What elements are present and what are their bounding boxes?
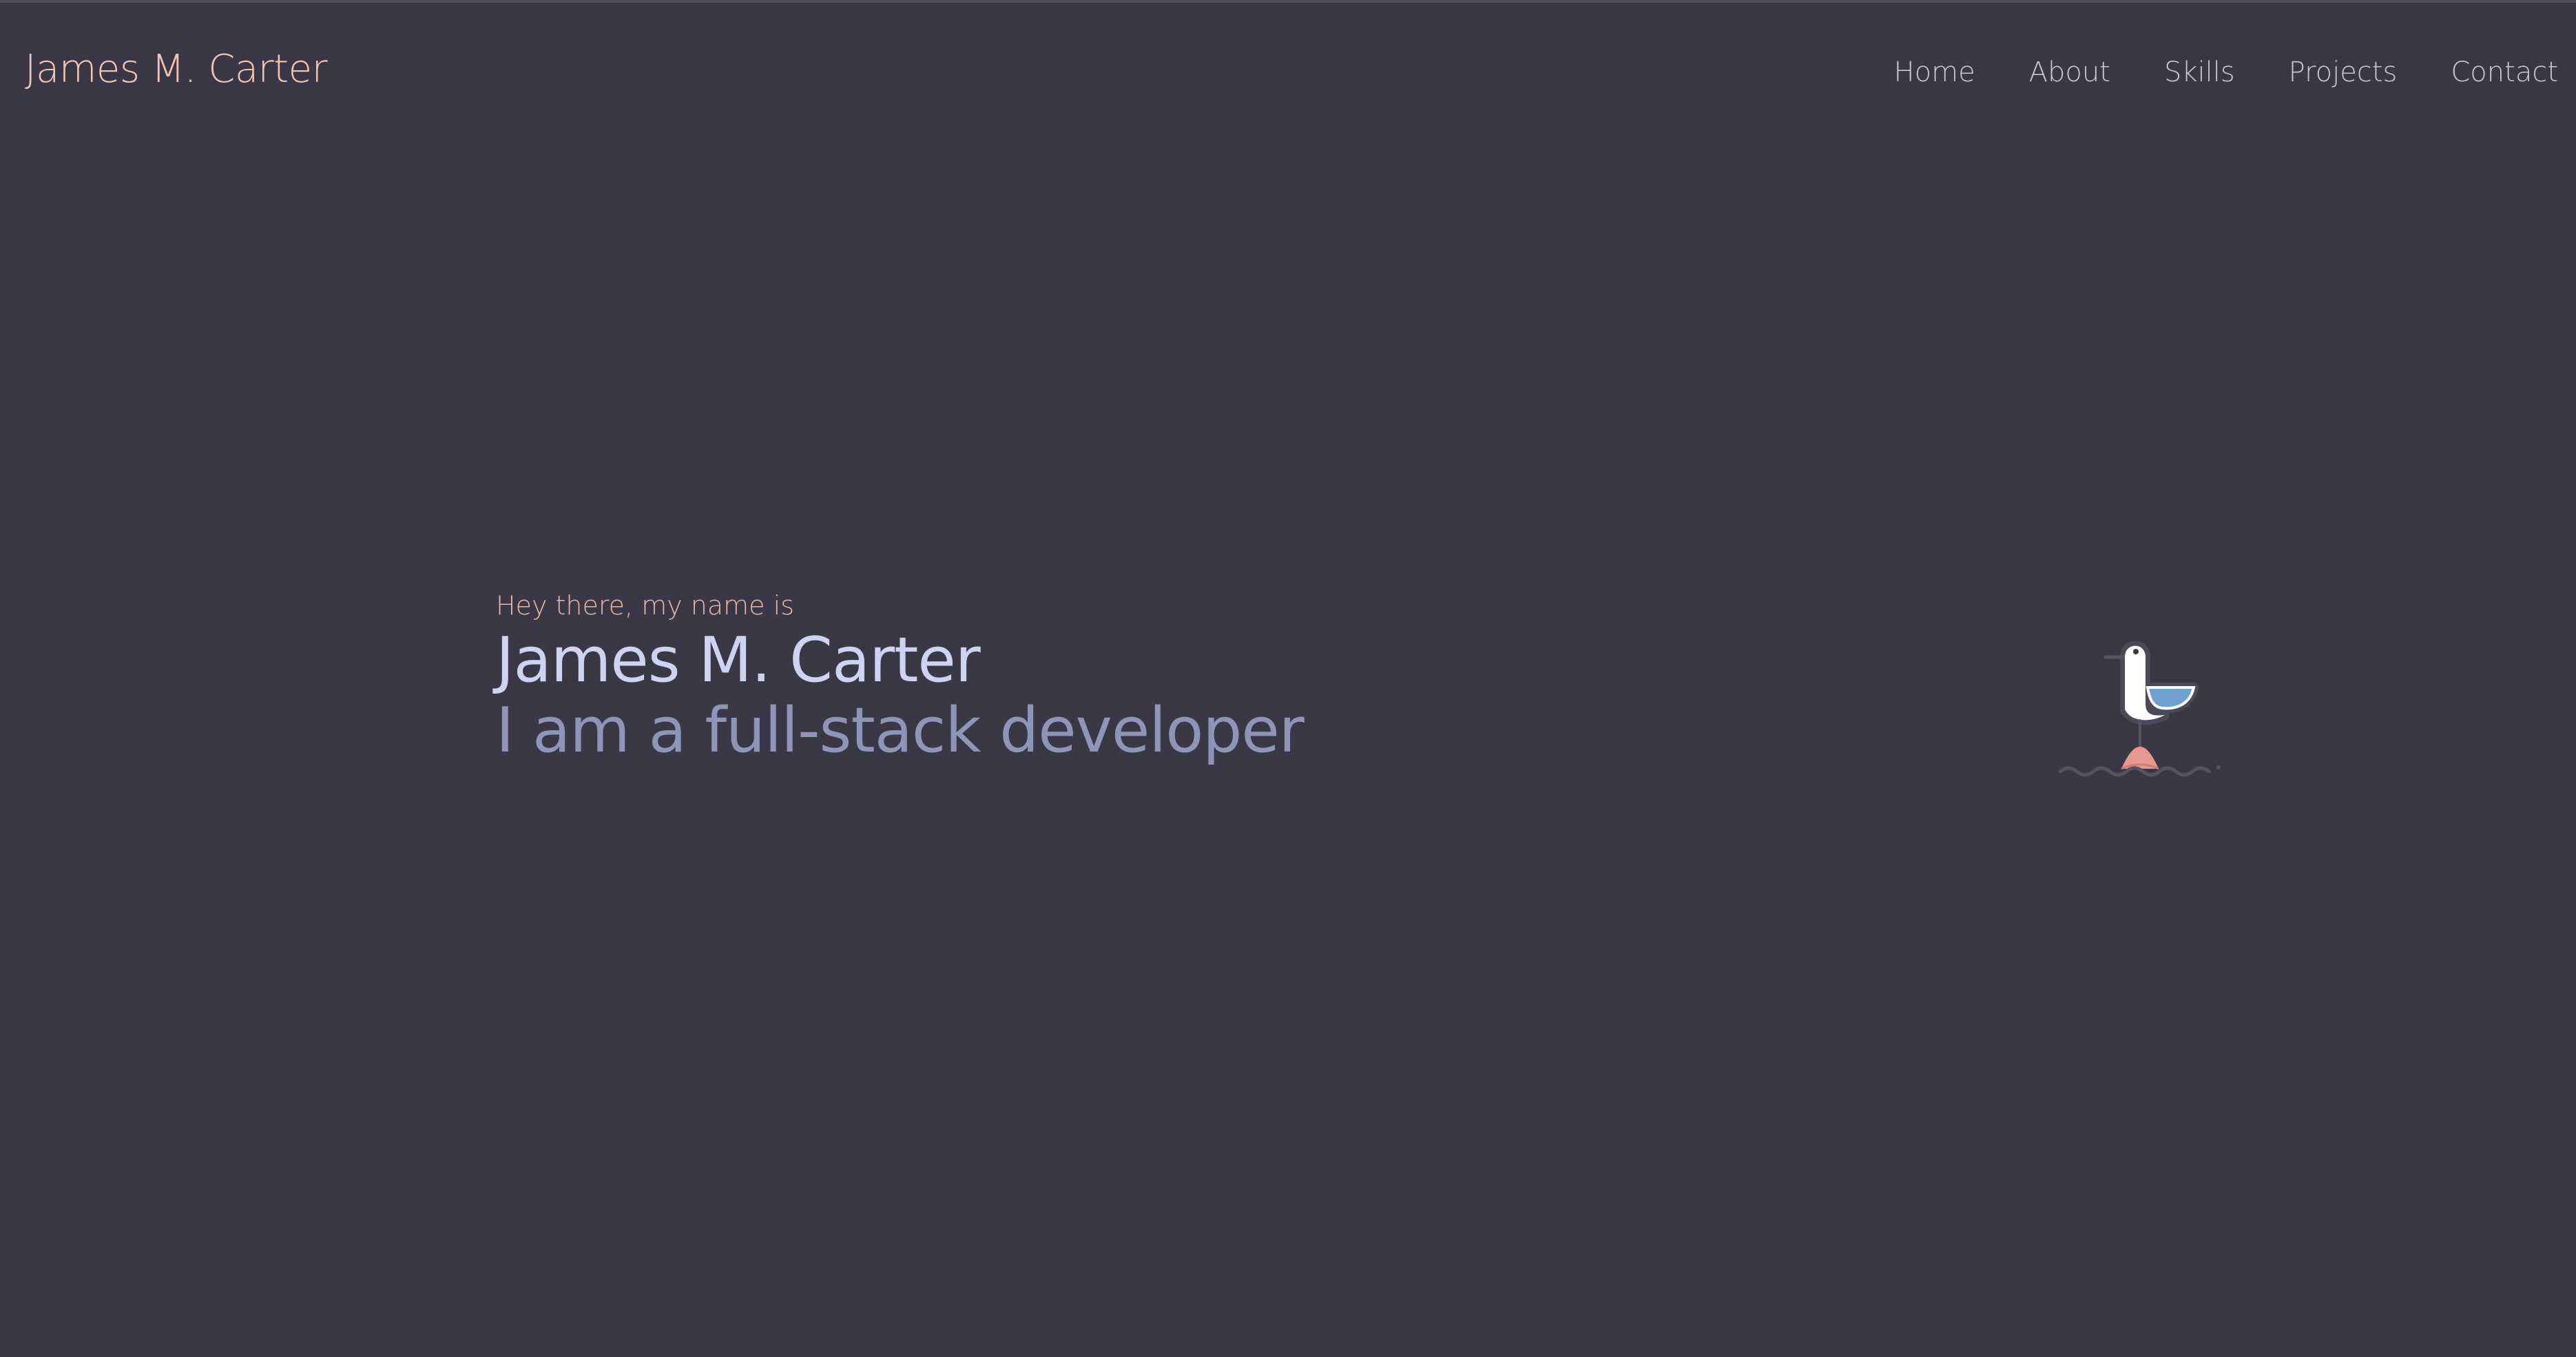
nav-link-contact[interactable]: Contact	[2451, 56, 2558, 88]
seagull-on-buoy-icon	[2056, 628, 2228, 787]
nav-link-projects[interactable]: Projects	[2289, 56, 2398, 88]
nav-link-skills[interactable]: Skills	[2164, 56, 2235, 88]
hero-role: I am a full-stack developer	[496, 694, 1305, 767]
nav-link-about[interactable]: About	[2029, 56, 2110, 88]
nav-link-home[interactable]: Home	[1894, 56, 1975, 88]
site-brand-link[interactable]: James M. Carter	[25, 47, 328, 92]
hero-section: Hey there, my name is James M. Carter I …	[496, 590, 1305, 767]
hero-greeting: Hey there, my name is	[496, 590, 794, 621]
page: James M. Carter Home About Skills Projec…	[0, 0, 2576, 1357]
main-nav: Home About Skills Projects Contact	[1840, 56, 2558, 88]
hero-name: James M. Carter	[496, 624, 981, 696]
